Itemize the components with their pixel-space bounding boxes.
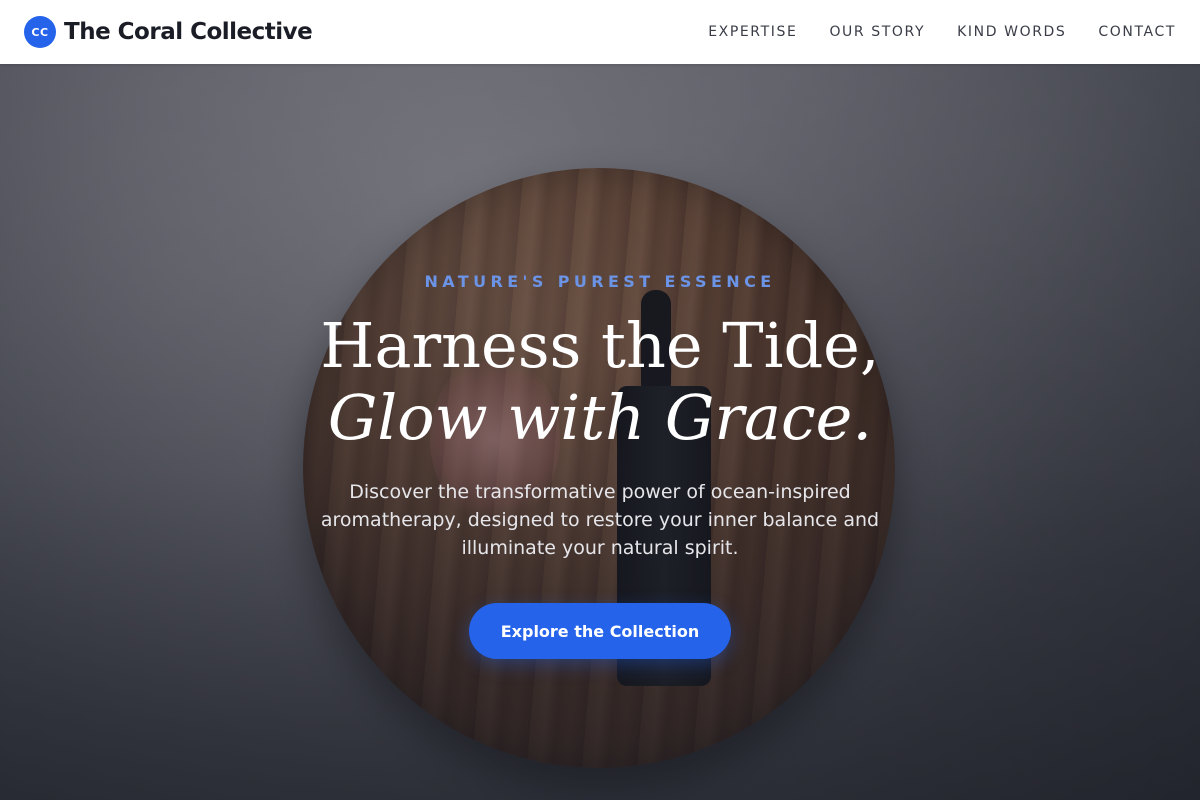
- brand-name: The Coral Collective: [64, 19, 313, 45]
- hero-eyebrow: NATURE'S PUREST ESSENCE: [424, 272, 776, 291]
- nav-item-contact[interactable]: CONTACT: [1098, 24, 1176, 40]
- nav-item-expertise[interactable]: EXPERTISE: [708, 24, 797, 40]
- hero-headline: Harness the Tide, Glow with Grace.: [0, 310, 1200, 454]
- nav-item-our-story[interactable]: OUR STORY: [829, 24, 925, 40]
- brand-logo: CC: [24, 16, 56, 48]
- site-header: CC The Coral Collective EXPERTISE OUR ST…: [0, 0, 1200, 64]
- hero-subtitle: Discover the transformative power of oce…: [320, 481, 880, 559]
- explore-collection-button[interactable]: Explore the Collection: [469, 603, 731, 659]
- nav-item-kind-words[interactable]: KIND WORDS: [957, 24, 1066, 40]
- main-nav: EXPERTISE OUR STORY KIND WORDS CONTACT: [708, 24, 1176, 40]
- brand-link[interactable]: CC The Coral Collective: [24, 16, 313, 48]
- hero-headline-line2: Glow with Grace.: [327, 381, 873, 454]
- hero-content: NATURE'S PUREST ESSENCE Harness the Tide…: [0, 64, 1200, 800]
- hero-headline-line1: Harness the Tide,: [320, 309, 880, 382]
